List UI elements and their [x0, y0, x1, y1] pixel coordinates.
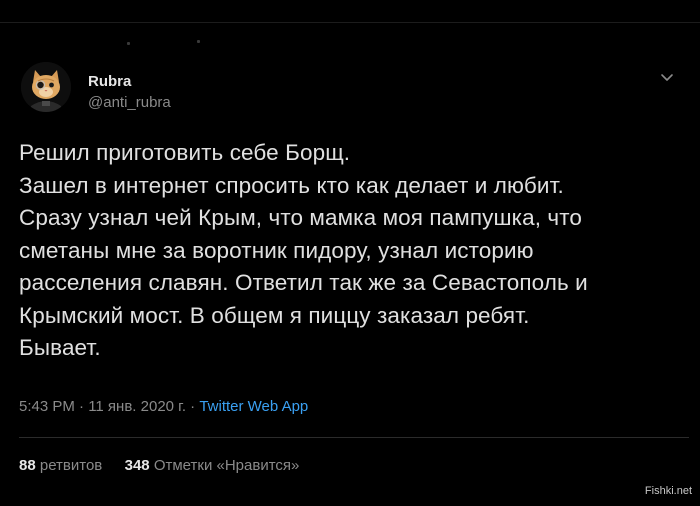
retweets-label[interactable]: ретвитов — [40, 457, 102, 474]
likes-label[interactable]: Отметки «Нравится» — [154, 457, 300, 474]
tweet-line: Бывает. — [19, 335, 101, 360]
dot-decoration — [197, 40, 200, 43]
chevron-down-icon[interactable] — [660, 70, 674, 81]
dot-decoration — [127, 42, 130, 45]
author-handle[interactable]: @anti_rubra — [88, 94, 171, 111]
top-divider — [0, 22, 700, 23]
watermark: Fishki.net — [644, 485, 692, 497]
tweet-line: Сразу узнал чей Крым, что мамка моя памп… — [19, 205, 582, 230]
tweet-meta: 5:43 PM · 11 янв. 2020 г. · Twitter Web … — [19, 398, 308, 415]
tweet-line: сметаны мне за воротник пидору, узнал ис… — [19, 237, 534, 263]
tweet-line: Зашел в интернет спросить кто как делает… — [19, 172, 564, 198]
cat-avatar-icon[interactable] — [21, 62, 71, 112]
timestamp[interactable]: 5:43 PM · 11 янв. 2020 г. · — [19, 398, 199, 415]
author-name[interactable]: Rubra — [88, 73, 131, 90]
likes-count[interactable]: 348 — [125, 457, 150, 474]
tweet-line: Решил приготовить себе Борщ. — [19, 140, 351, 165]
retweets-count[interactable]: 88 — [19, 457, 36, 474]
source-app-link[interactable]: Twitter Web App — [199, 398, 308, 415]
stats-divider — [19, 437, 689, 438]
tweet-line: Крымский мост. В общем я пиццу заказал р… — [19, 302, 530, 328]
tweet-line: расселения славян. Ответил так же за Сев… — [19, 270, 588, 295]
tweet-stats: 88 ретвитов 348 Отметки «Нравится» — [19, 457, 299, 474]
tweet-text: Решил приготовить себе Борщ. Зашел в инт… — [19, 137, 689, 365]
